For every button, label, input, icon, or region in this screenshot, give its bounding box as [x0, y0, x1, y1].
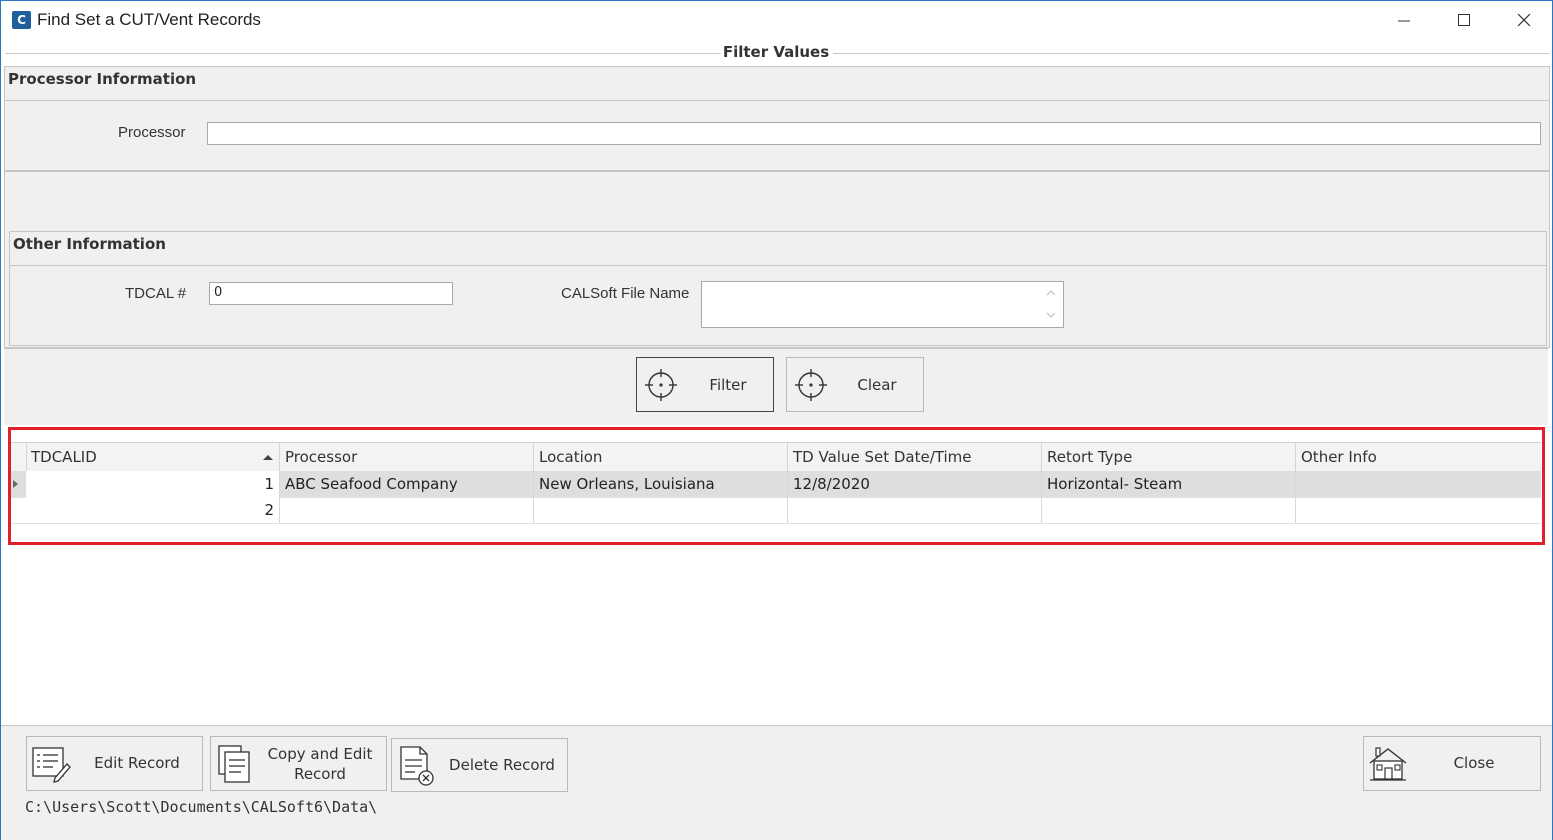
copy-edit-record-label: Copy and Edit Record: [265, 744, 375, 784]
app-icon: C: [12, 11, 31, 29]
other-section-header: [10, 232, 1546, 266]
scroll-up-icon[interactable]: [1046, 289, 1056, 297]
copy-edit-label-line2: Record: [294, 765, 346, 783]
tdcal-label: TDCAL #: [125, 285, 187, 302]
window-title: Find Set a CUT/Vent Records: [37, 10, 261, 29]
edit-record-label: Edit Record: [94, 754, 180, 772]
copy-edit-record-button[interactable]: Copy and Edit Record: [210, 736, 387, 791]
calsoft-file-input[interactable]: [701, 281, 1064, 328]
close-button-label: Close: [1453, 754, 1495, 772]
processor-section-header: [5, 67, 1549, 101]
processor-section: [4, 66, 1550, 171]
close-icon: [1517, 13, 1531, 27]
legend-rule-right: [833, 53, 1549, 54]
close-button[interactable]: Close: [1363, 736, 1541, 791]
processor-label: Processor: [118, 124, 186, 141]
legend-rule-left: [5, 53, 721, 54]
grid-highlight-frame: [8, 427, 1545, 545]
crosshair-icon: [645, 369, 677, 401]
maximize-button[interactable]: [1435, 1, 1493, 39]
crosshair-icon: [795, 369, 827, 401]
filter-button-label: Filter: [709, 376, 747, 394]
calsoft-file-label: CALSoft File Name: [561, 285, 690, 302]
filter-values-legend: Filter Values: [722, 43, 830, 61]
tdcal-input[interactable]: 0: [209, 282, 453, 305]
delete-record-label: Delete Record: [449, 756, 555, 774]
delete-document-icon: [400, 746, 434, 786]
action-band: [4, 348, 1548, 425]
delete-record-button[interactable]: Delete Record: [391, 738, 568, 792]
find-records-window: C Find Set a CUT/Vent Records Filter Val…: [0, 0, 1553, 840]
edit-record-button[interactable]: Edit Record: [26, 736, 203, 791]
data-path: C:\Users\Scott\Documents\CALSoft6\Data\: [25, 798, 378, 816]
clear-button[interactable]: Clear: [786, 357, 924, 412]
edit-list-icon: [32, 747, 71, 783]
minimize-button[interactable]: [1375, 1, 1433, 39]
copy-document-icon: [218, 745, 250, 783]
close-window-button[interactable]: [1495, 1, 1553, 39]
scroll-down-icon[interactable]: [1046, 311, 1056, 319]
other-section-heading: Other Information: [13, 235, 166, 253]
house-icon: [1369, 747, 1407, 781]
processor-section-heading: Processor Information: [8, 70, 197, 88]
maximize-icon: [1458, 14, 1470, 26]
processor-input[interactable]: [207, 122, 1541, 145]
minimize-icon: [1398, 20, 1410, 22]
copy-edit-label-line1: Copy and Edit: [267, 745, 373, 763]
clear-button-label: Clear: [857, 376, 897, 394]
filter-button[interactable]: Filter: [636, 357, 774, 412]
title-bar: C Find Set a CUT/Vent Records: [1, 1, 1552, 39]
